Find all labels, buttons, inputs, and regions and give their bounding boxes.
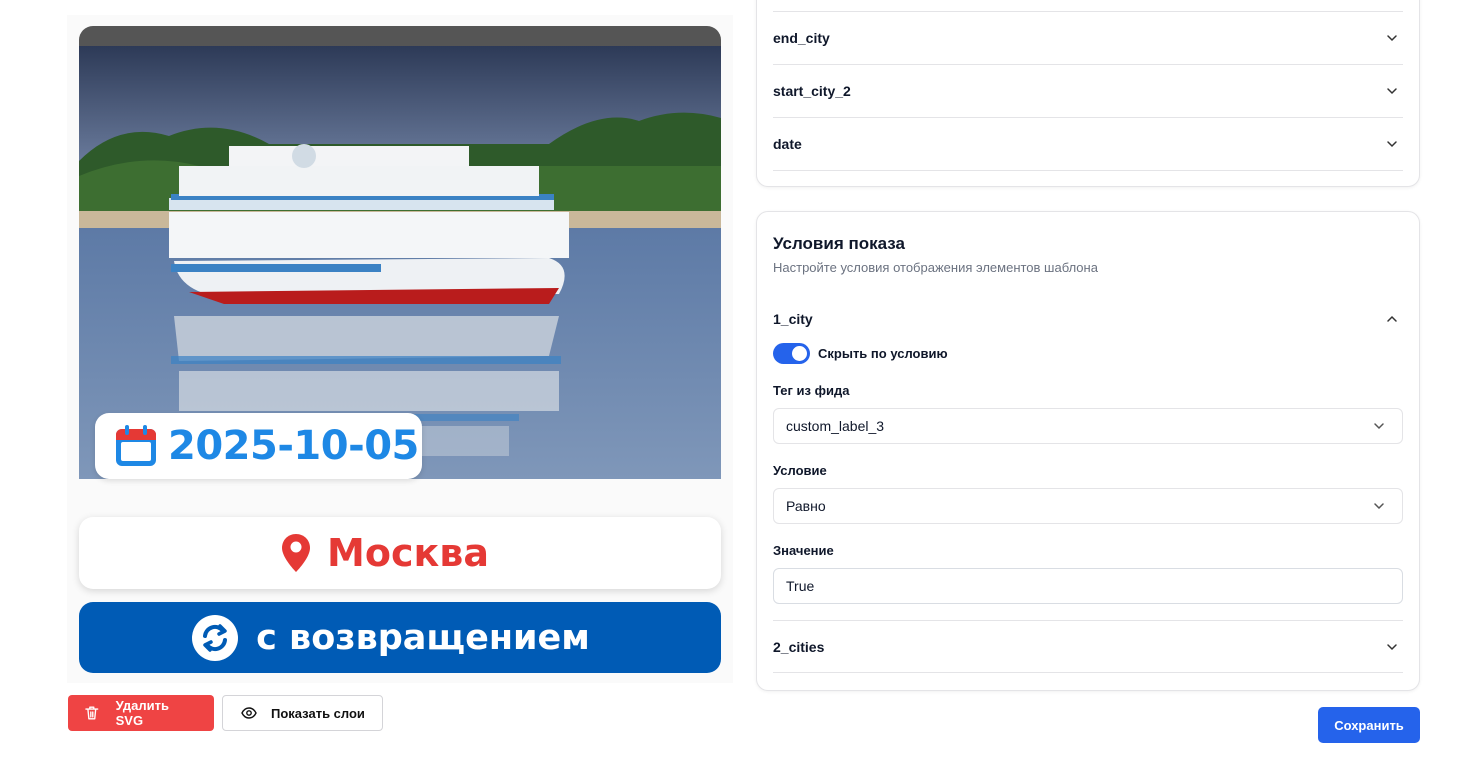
preview-actions: Удалить SVG Показать слои (68, 695, 383, 731)
variable-label: start_city_2 (773, 83, 851, 99)
variable-item-start-city-2[interactable]: start_city_2 (773, 65, 1403, 118)
condition-item-2-cities[interactable]: 2_cities (773, 620, 1403, 673)
chevron-down-icon (1387, 643, 1397, 650)
condition-label: Условие (773, 463, 827, 478)
variable-label: end_city (773, 30, 830, 46)
show-layers-label: Показать слои (271, 705, 365, 721)
delete-svg-button[interactable]: Удалить SVG (68, 695, 214, 731)
variable-item-hidden (773, 0, 1403, 12)
chevron-down-icon (1387, 141, 1397, 148)
show-layers-button[interactable]: Показать слои (222, 695, 383, 731)
return-pill: с возвращением (79, 602, 721, 673)
chevron-down-icon (1374, 503, 1384, 510)
chevron-down-icon (1387, 35, 1397, 42)
condition-select[interactable]: Равно (773, 488, 1403, 524)
chevron-down-icon (1374, 423, 1384, 430)
location-pin-icon (282, 534, 311, 572)
feed-tag-label: Тег из фида (773, 383, 850, 398)
value-input[interactable]: True (773, 568, 1403, 604)
city-label: Москва (327, 531, 489, 575)
chevron-up-icon (1387, 315, 1397, 322)
variables-card: end_city start_city_2 date (756, 0, 1420, 187)
variable-item-end-city[interactable]: end_city (773, 12, 1403, 65)
hide-by-condition-label: Скрыть по условию (818, 346, 948, 361)
conditions-subtitle: Настройте условия отображения элементов … (773, 260, 1098, 275)
chevron-down-icon (1387, 88, 1397, 95)
condition-item-label: 1_city (773, 310, 813, 327)
condition-item-1-city[interactable]: 1_city (773, 292, 1403, 345)
conditions-title: Условия показа (773, 234, 905, 253)
return-label: с возвращением (256, 617, 590, 658)
date-badge: 2025-10-05 (95, 413, 422, 479)
delete-svg-label: Удалить SVG (115, 698, 169, 728)
value-label: Значение (773, 543, 834, 558)
eye-icon (241, 707, 257, 719)
calendar-icon (116, 425, 156, 466)
hide-by-condition-toggle[interactable] (773, 343, 810, 364)
display-conditions-card: Условия показа Настройте условия отображ… (756, 211, 1420, 691)
feed-tag-select[interactable]: custom_label_3 (773, 408, 1403, 444)
city-pill: Москва (79, 517, 721, 589)
variable-label: date (773, 136, 802, 152)
ship-photo (79, 26, 721, 479)
condition-value: Равно (786, 498, 826, 514)
value-input-text: True (786, 578, 815, 594)
save-button[interactable]: Сохранить (1318, 707, 1420, 743)
variable-item-date[interactable]: date (773, 118, 1403, 171)
trash-icon (85, 706, 99, 720)
condition-item-label: 2_cities (773, 638, 825, 655)
date-label: 2025-10-05 (168, 423, 419, 469)
hide-by-condition-row: Скрыть по условию (773, 343, 948, 364)
feed-tag-value: custom_label_3 (786, 418, 885, 434)
refresh-icon (192, 614, 239, 661)
template-preview: 2025-10-05 Москва с возвращением (67, 15, 733, 683)
